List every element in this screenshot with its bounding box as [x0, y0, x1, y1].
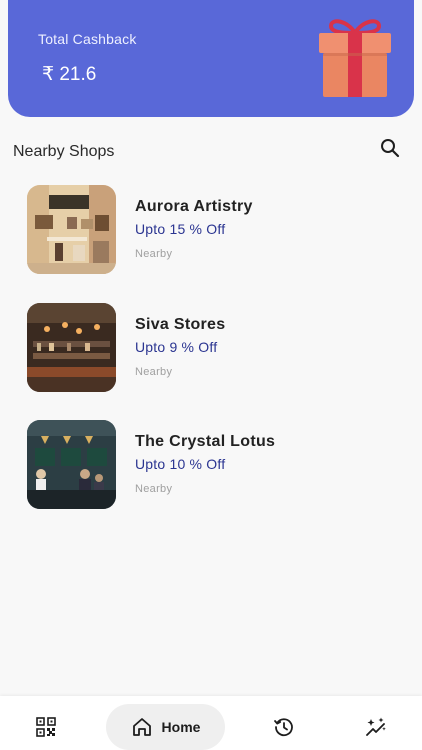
gift-icon [319, 19, 391, 97]
shop-image [27, 420, 116, 509]
shop-image [27, 185, 116, 274]
nav-home[interactable]: Home [106, 704, 225, 750]
qr-code-icon [36, 717, 56, 737]
home-icon [132, 718, 151, 736]
shop-name: The Crystal Lotus [135, 433, 276, 450]
shop-offer: Upto 10 % Off [135, 456, 226, 472]
shop-name: Aurora Artistry [135, 198, 253, 215]
nav-qr-scan[interactable] [22, 704, 70, 750]
search-icon [381, 139, 400, 158]
shop-image [27, 303, 116, 392]
shop-distance: Nearby [135, 366, 173, 378]
sparkle-chart-icon [366, 717, 386, 736]
shop-offer: Upto 15 % Off [135, 221, 226, 237]
nav-history[interactable] [260, 704, 308, 750]
shop-name: Siva Stores [135, 316, 226, 333]
shop-offer: Upto 9 % Off [135, 339, 218, 355]
nav-home-label: Home [161, 719, 201, 735]
nearby-shops-title: Nearby Shops [13, 143, 115, 160]
cashback-card[interactable]: Total Cashback ₹ 21.6 [8, 0, 414, 117]
bottom-navigation: Home [0, 696, 422, 750]
shop-item-siva-stores[interactable]: Siva Stores Upto 9 % Off Nearby [27, 303, 397, 393]
app-screen: Total Cashback ₹ 21.6 Nearby Shops Auror… [0, 0, 422, 750]
shop-item-the-crystal-lotus[interactable]: The Crystal Lotus Upto 10 % Off Nearby [27, 420, 397, 510]
shop-distance: Nearby [135, 248, 173, 260]
shop-distance: Nearby [135, 483, 173, 495]
search-button[interactable] [378, 136, 402, 160]
cashback-title: Total Cashback [38, 31, 137, 47]
shop-item-aurora-artistry[interactable]: Aurora Artistry Upto 15 % Off Nearby [27, 185, 397, 275]
cashback-amount: ₹ 21.6 [42, 64, 97, 85]
history-icon [274, 718, 293, 737]
nav-insights[interactable] [352, 704, 400, 750]
